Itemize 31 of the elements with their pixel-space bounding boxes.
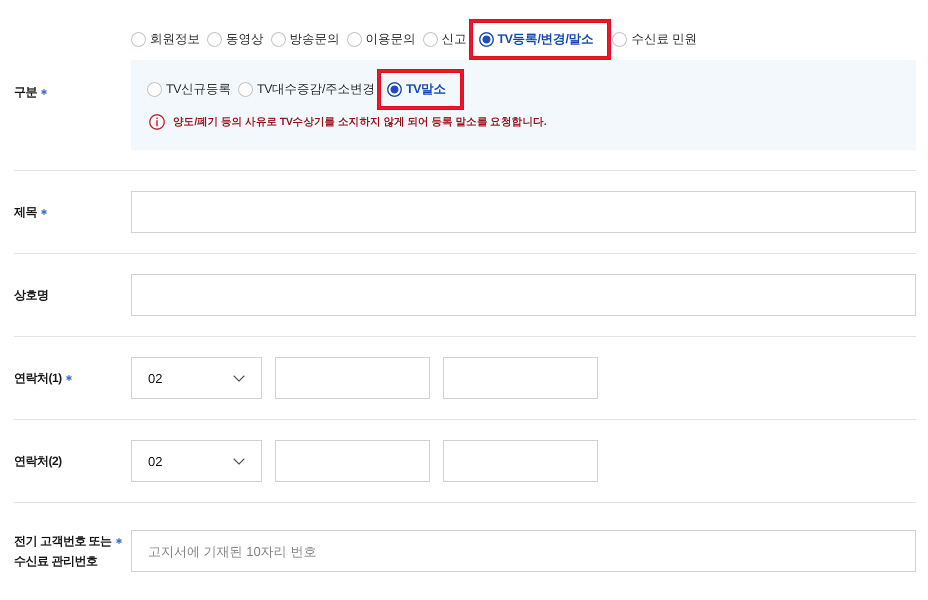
radio-option[interactable]: 신고 — [422, 30, 466, 48]
input-field[interactable] — [443, 440, 598, 482]
radio-option[interactable]: TV신규등록 — [147, 80, 231, 98]
radio-option[interactable]: TV말소 — [386, 80, 446, 98]
input-field[interactable] — [131, 191, 916, 233]
notice-text: 양도/폐기 등의 사유로 TV수상기를 소지하지 않게 되어 등록 말소를 요청합니다. — [173, 115, 546, 129]
input-field[interactable] — [131, 274, 916, 316]
chevron-down-icon — [233, 374, 245, 382]
area-code-select[interactable]: 02 — [131, 440, 262, 482]
field-label: 전기 고객번호 또는 수신료 관리번호 — [14, 533, 112, 570]
radio-option[interactable]: 이용문의 — [346, 30, 416, 48]
field-label: 연락처(2) — [14, 453, 62, 470]
field-label: 상호명 — [14, 287, 48, 304]
radio-option[interactable]: TV대수증감/주소변경 — [238, 80, 375, 98]
input-field[interactable] — [275, 357, 430, 399]
radio-option[interactable]: 수신료 민원 — [612, 30, 697, 48]
radio-icon[interactable] — [386, 82, 402, 96]
area-code-select[interactable]: 02 — [131, 357, 262, 399]
radio-icon[interactable] — [478, 32, 494, 46]
field-label: 연락처(1) — [14, 370, 62, 387]
field-label: 제목 — [14, 204, 37, 221]
input-field[interactable]: 고지서에 기재된 10자리 번호 — [131, 530, 916, 572]
field-label: 구분 — [14, 84, 37, 101]
input-field[interactable] — [443, 357, 598, 399]
input-field[interactable] — [275, 440, 430, 482]
radio-option[interactable]: TV등록/변경/말소 — [478, 30, 594, 48]
radio-option[interactable]: 방송문의 — [270, 30, 340, 48]
info-icon — [149, 114, 165, 130]
radio-option[interactable]: 회원정보 — [131, 30, 200, 48]
radio-option[interactable]: 동영상 — [207, 30, 264, 48]
chevron-down-icon — [233, 458, 245, 464]
